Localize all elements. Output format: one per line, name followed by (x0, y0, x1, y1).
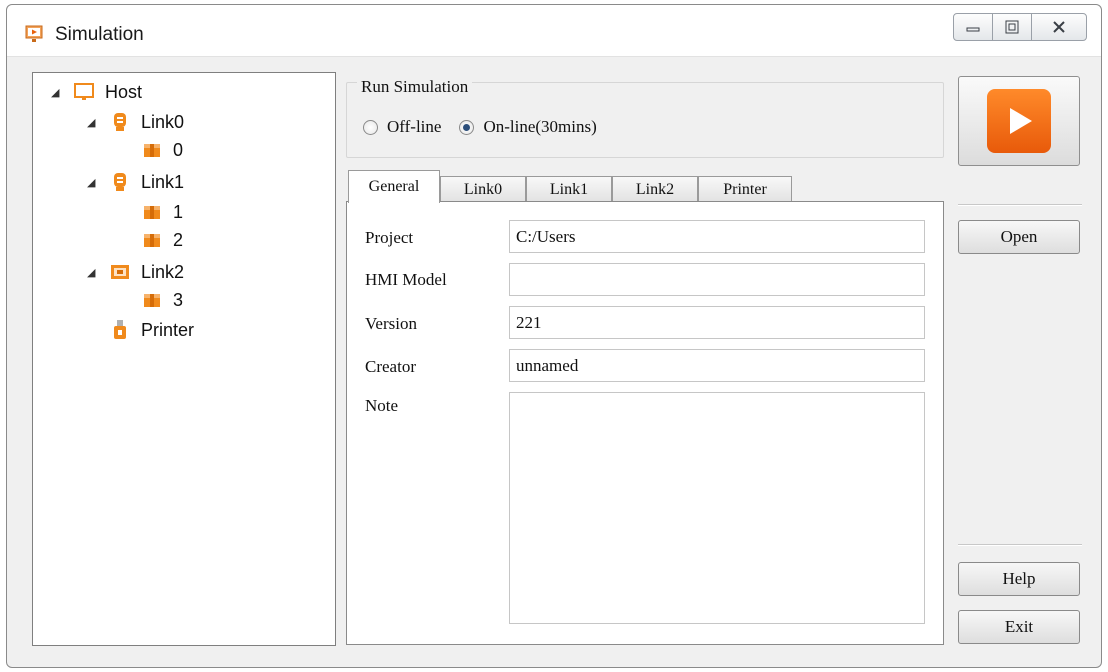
device-tree[interactable]: ◢ Host ◢ Link0 0 ◢ Link1 1 2 ◢ Link2 3 P… (32, 72, 336, 646)
collapse-arrow-icon[interactable]: ◢ (87, 266, 99, 279)
tree-item-device-1[interactable]: 1 (141, 201, 183, 223)
tree-item-host[interactable]: ◢ Host (51, 81, 142, 103)
note-textarea[interactable] (509, 392, 925, 624)
tab-link0[interactable]: Link0 (440, 176, 526, 202)
window-controls (953, 13, 1087, 41)
collapse-arrow-icon[interactable]: ◢ (87, 116, 99, 129)
online-radio[interactable] (459, 119, 475, 135)
tree-item-label: 2 (173, 229, 184, 250)
collapse-arrow-icon[interactable]: ◢ (87, 176, 99, 189)
run-simulation-button[interactable] (958, 76, 1080, 166)
tree-item-link0[interactable]: ◢ Link0 (87, 111, 184, 133)
tree-item-link2[interactable]: ◢ Link2 (87, 261, 184, 283)
tree-item-label: Host (105, 81, 143, 102)
version-label: Version (365, 314, 417, 333)
help-button[interactable]: Help (958, 562, 1080, 596)
online-label[interactable]: On-line(30mins) (483, 117, 596, 137)
hmi-model-field[interactable] (509, 263, 925, 296)
device-box-icon (144, 294, 160, 307)
offline-radio[interactable] (363, 119, 378, 135)
minimize-icon (966, 27, 980, 32)
offline-label[interactable]: Off-line (387, 117, 441, 137)
exit-button[interactable]: Exit (958, 610, 1080, 644)
tree-item-label: 1 (173, 201, 184, 222)
tab-printer[interactable]: Printer (698, 176, 792, 202)
link-port-icon (114, 113, 126, 131)
tree-item-label: 0 (173, 139, 184, 160)
tree-item-device-3[interactable]: 3 (141, 289, 183, 311)
ethernet-icon (111, 265, 129, 279)
run-simulation-title: Run Simulation (357, 77, 473, 97)
mode-radio-row: Off-line On-line(30mins) (363, 117, 597, 137)
maximize-button[interactable] (992, 13, 1032, 41)
project-label: Project (365, 228, 414, 247)
open-button[interactable]: Open (958, 220, 1080, 254)
tree-item-label: Link0 (141, 111, 185, 132)
project-field[interactable]: C:/Users (509, 220, 925, 253)
right-separator-bottom (958, 544, 1082, 546)
tab-general[interactable]: General (348, 170, 440, 203)
minimize-button[interactable] (953, 13, 993, 41)
device-box-icon (144, 206, 160, 219)
tree-item-label: 3 (173, 289, 184, 310)
play-icon (1010, 108, 1032, 134)
monitor-icon (74, 83, 94, 100)
tree-item-device-0[interactable]: 0 (141, 139, 183, 161)
creator-label: Creator (365, 357, 416, 376)
title-bar: Simulation (7, 5, 1101, 57)
device-box-icon (144, 234, 160, 247)
tree-item-label: Printer (141, 319, 195, 340)
collapse-arrow-icon[interactable]: ◢ (51, 86, 63, 99)
link-port-icon (114, 173, 126, 191)
run-simulation-group: Run Simulation Off-line On-line(30mins) (346, 77, 944, 158)
right-separator (958, 204, 1082, 206)
close-icon (1053, 21, 1065, 33)
play-icon-bg (987, 89, 1051, 153)
close-button[interactable] (1031, 13, 1087, 41)
usb-printer-icon (114, 320, 126, 339)
general-tab-panel: Project C:/Users HMI Model Version 221 C… (346, 201, 944, 645)
note-label: Note (365, 396, 399, 415)
device-box-icon (144, 144, 160, 157)
simulation-app-icon (25, 25, 43, 42)
tab-link1[interactable]: Link1 (526, 176, 612, 202)
version-field[interactable]: 221 (509, 306, 925, 339)
hmi-model-label: HMI Model (365, 270, 447, 289)
tree-item-link1[interactable]: ◢ Link1 (87, 171, 184, 193)
tab-link2[interactable]: Link2 (612, 176, 698, 202)
tree-item-label: Link1 (141, 171, 185, 192)
tree-item-device-2[interactable]: 2 (141, 229, 183, 251)
tree-item-label: Link2 (141, 261, 185, 282)
tree-item-printer[interactable]: Printer (109, 319, 194, 341)
window-title: Simulation (55, 24, 144, 45)
creator-field[interactable]: unnamed (509, 349, 925, 382)
maximize-icon (1005, 20, 1019, 34)
